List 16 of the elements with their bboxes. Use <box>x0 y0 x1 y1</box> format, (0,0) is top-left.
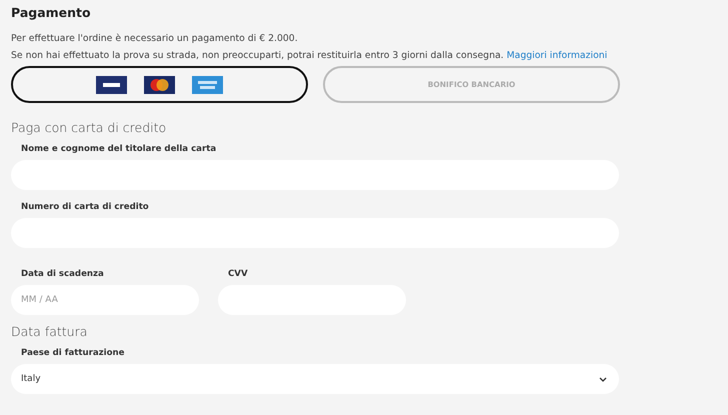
more-info-link[interactable]: Maggiori informazioni <box>506 50 608 61</box>
section-title: Pagamento <box>11 5 92 20</box>
section-heading: Paga con carta di credito <box>11 120 168 135</box>
section-heading: Data fattura <box>11 324 88 339</box>
input-field[interactable]: MM / AA <box>11 285 199 315</box>
field-label: Numero di carta di credito <box>21 202 150 214</box>
field-label: Nome e cognome del titolare della carta <box>21 144 218 156</box>
mastercard-icon <box>144 76 175 94</box>
notice-text: Per effettuare l'ordine è necessario un pagamento di € 2.000. <box>11 32 299 46</box>
country-select[interactable]: Italy <box>11 364 619 394</box>
payment-method-button[interactable] <box>11 66 308 103</box>
field-label: Paese di fatturazione <box>21 348 126 360</box>
field-label: CVV <box>228 269 249 281</box>
chevron-down-icon <box>599 376 607 382</box>
field-label: Data di scadenza <box>21 269 105 281</box>
info-text: Se non hai effettuato la prova su strada, non preoccuparti, potrai restituirla entro 3 giorni dalla consegna. <box>11 50 504 61</box>
